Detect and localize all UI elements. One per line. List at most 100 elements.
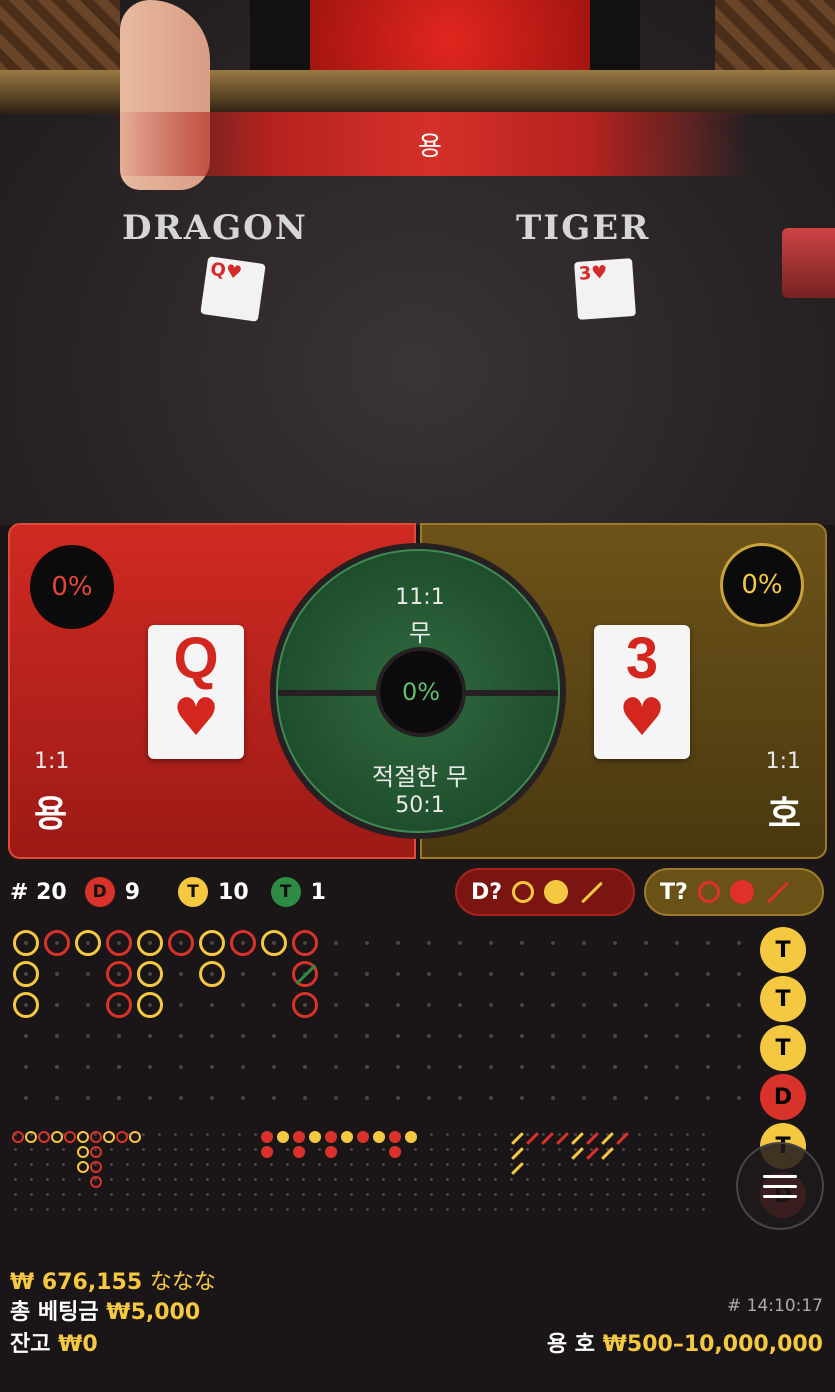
grid-dot — [158, 1133, 161, 1136]
grid-dot — [551, 1034, 555, 1038]
grid-dot — [126, 1193, 129, 1196]
grid-dot — [302, 1208, 305, 1211]
grid-dot — [142, 1208, 145, 1211]
grid-dot — [190, 1193, 193, 1196]
suited-tie-label[interactable]: 적절한 무 — [278, 757, 558, 792]
grid-dot — [526, 1178, 529, 1181]
grid-dot — [622, 1148, 625, 1151]
grid-dot — [558, 1148, 561, 1151]
grid-dot — [427, 972, 431, 976]
grid-dot — [702, 1163, 705, 1166]
dragon-odds: 1:1 — [34, 749, 70, 774]
grid-dot — [686, 1148, 689, 1151]
win-amount: ₩ 676,155 ななな — [10, 1270, 216, 1295]
grid-dot — [396, 941, 400, 945]
grid-dot — [318, 1163, 321, 1166]
grid-dot — [542, 1193, 545, 1196]
grid-dot — [117, 1096, 121, 1100]
grid-dot — [494, 1193, 497, 1196]
grid-dot — [210, 1034, 214, 1038]
grid-dot — [30, 1178, 33, 1181]
grid-dot — [582, 1065, 586, 1069]
grid-dot — [86, 1003, 90, 1007]
grid-dot — [675, 1003, 679, 1007]
grid-dot — [638, 1178, 641, 1181]
grid-dot — [458, 941, 462, 945]
grid-dot — [366, 1193, 369, 1196]
grid-dot — [396, 1034, 400, 1038]
grid-dot — [638, 1148, 641, 1151]
grid-dot — [613, 972, 617, 976]
grid-dot — [489, 941, 493, 945]
grid-dot — [78, 1193, 81, 1196]
grid-dot — [670, 1178, 673, 1181]
grid-dot — [622, 1208, 625, 1211]
grid-dot — [62, 1208, 65, 1211]
grid-dot — [46, 1193, 49, 1196]
game-time: # 14:10:17 — [727, 1296, 823, 1316]
grid-dot — [446, 1133, 449, 1136]
grid-dot — [510, 1148, 513, 1151]
dot-road-dot — [277, 1131, 289, 1143]
grid-dot — [78, 1208, 81, 1211]
big-road-ring — [137, 961, 163, 987]
grid-dot — [241, 1096, 245, 1100]
tie-percent: 0% — [376, 647, 466, 737]
small-road-ring — [12, 1131, 24, 1143]
grid-dot — [318, 1208, 321, 1211]
slash-road-mark — [511, 1147, 524, 1160]
grid-dot — [179, 1096, 183, 1100]
grid-dot — [62, 1148, 65, 1151]
grid-dot — [551, 1096, 555, 1100]
grid-dot — [430, 1193, 433, 1196]
grid-dot — [365, 1065, 369, 1069]
grid-dot — [46, 1148, 49, 1151]
grid-dot — [430, 1148, 433, 1151]
big-road-ring — [292, 961, 318, 987]
grid-dot — [558, 1133, 561, 1136]
grid-dot — [334, 1034, 338, 1038]
tie-count: 1 — [310, 879, 326, 905]
bet-limit[interactable]: 용 호 ₩500–10,000,000 — [547, 1326, 823, 1358]
dot-road-dot — [309, 1131, 321, 1143]
dragon-predict-button[interactable]: D? — [455, 868, 635, 916]
grid-dot — [462, 1133, 465, 1136]
grid-dot — [334, 1178, 337, 1181]
grid-dot — [478, 1193, 481, 1196]
grid-dot — [158, 1193, 161, 1196]
grid-dot — [542, 1208, 545, 1211]
small-road-ring — [90, 1146, 102, 1158]
grid-dot — [86, 1096, 90, 1100]
slash-road-mark — [511, 1162, 524, 1175]
small-road-ring — [90, 1161, 102, 1173]
tiger-predict-button[interactable]: T? — [644, 868, 824, 916]
grid-dot — [222, 1208, 225, 1211]
slash-road-mark — [511, 1132, 524, 1145]
grid-dot — [334, 972, 338, 976]
grid-dot — [318, 1178, 321, 1181]
grid-dot — [702, 1193, 705, 1196]
tie-label[interactable]: 무 — [278, 613, 558, 648]
grid-dot — [365, 941, 369, 945]
small-road-ring — [25, 1131, 37, 1143]
grid-dot — [686, 1178, 689, 1181]
dragon-card: Q ♥ — [148, 625, 244, 759]
grid-dot — [190, 1208, 193, 1211]
grid-dot — [241, 1034, 245, 1038]
grid-dot — [462, 1148, 465, 1151]
grid-dot — [675, 941, 679, 945]
hamburger-menu-icon[interactable] — [736, 1142, 824, 1230]
result-text: 용 — [418, 131, 442, 162]
grid-dot — [334, 1096, 338, 1100]
tiger-predict-label: T? — [660, 879, 688, 905]
grid-dot — [272, 1065, 276, 1069]
grid-dot — [55, 1003, 59, 1007]
grid-dot — [24, 1034, 28, 1038]
grid-dot — [222, 1148, 225, 1151]
tie-bet-area: 11:1 무 0% 적절한 무 50:1 — [270, 543, 566, 839]
grid-dot — [613, 1096, 617, 1100]
grid-dot — [366, 1178, 369, 1181]
grid-dot — [382, 1193, 385, 1196]
grid-dot — [270, 1178, 273, 1181]
grid-dot — [737, 972, 741, 976]
